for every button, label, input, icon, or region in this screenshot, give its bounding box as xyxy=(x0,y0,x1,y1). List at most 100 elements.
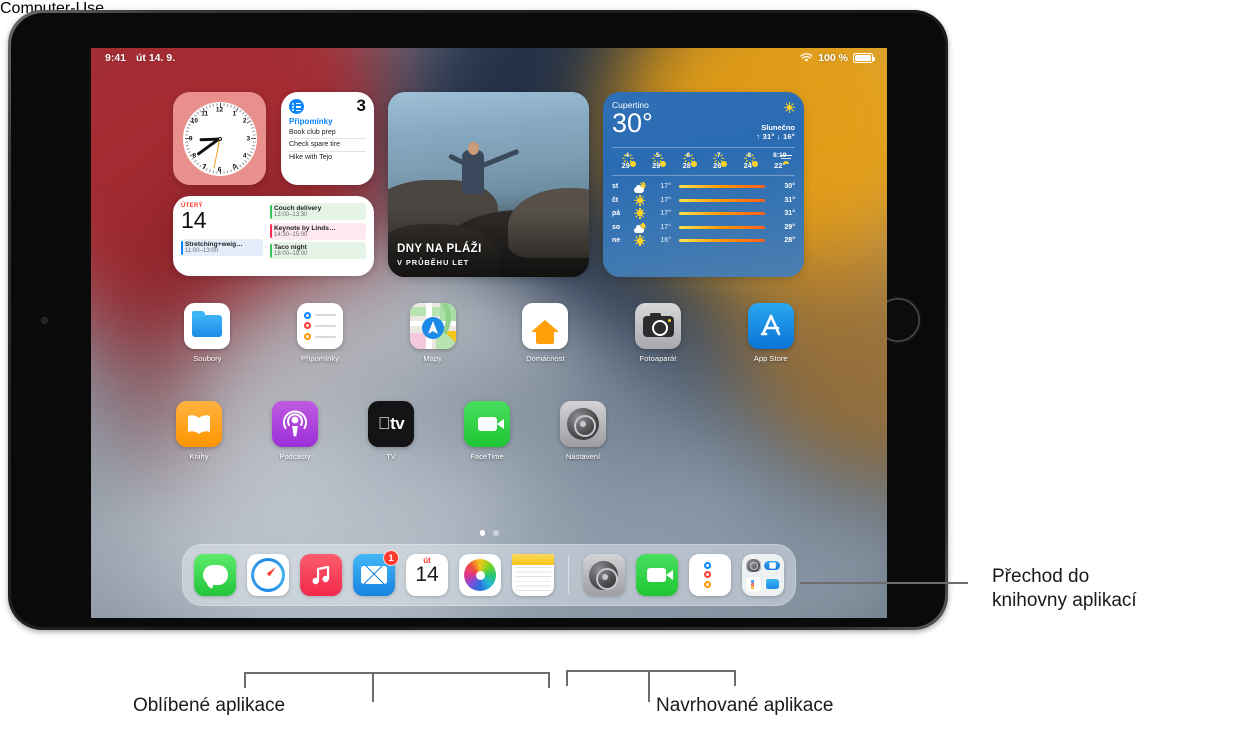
mini-safari-icon xyxy=(764,561,780,571)
facetime-icon xyxy=(464,401,510,447)
app-icon-nastaveni[interactable]: Nastavení xyxy=(535,401,631,461)
app-label: Připomínky xyxy=(301,354,339,363)
callout-app-library-line1: Přechod do xyxy=(992,566,1090,587)
page-dot-2[interactable] xyxy=(493,530,499,536)
photos-widget[interactable]: DNY NA PLÁŽI V PRŮBĚHU LET xyxy=(388,92,589,277)
reminders-widget[interactable]: 3 Připomínky Book club prep Check spare … xyxy=(281,92,374,185)
calendar-event-time: 13:00–13:30 xyxy=(274,212,308,218)
calendar-widget[interactable]: ÚTERÝ 14 Stretching+weig… 11:00–13:00 Co… xyxy=(173,196,374,276)
app-icon-domacnost[interactable]: Domácnost xyxy=(489,303,602,363)
dock-item-facetime[interactable] xyxy=(635,554,678,596)
ipad-screen[interactable]: 9:41 út 14. 9. 100 % 12 1 2 3 4 5 6 7 8 … xyxy=(91,48,887,618)
reminders-item[interactable]: Hike with Tejo xyxy=(289,152,366,164)
cloud-sun-icon xyxy=(633,182,647,193)
weather-temperature: 30° xyxy=(612,108,653,138)
dock-item-photos[interactable] xyxy=(459,554,502,596)
calendar-event-title: Couch delivery xyxy=(274,205,322,212)
weather-day-low: 17° xyxy=(660,183,671,191)
battery-icon xyxy=(853,53,875,63)
app-row-2: Knihy Podcasty tv TV FaceTime Nastavení xyxy=(91,401,887,461)
weather-day-label: pá xyxy=(612,209,621,217)
reminders-icon xyxy=(688,554,731,596)
files-icon xyxy=(184,303,231,349)
calendar-event[interactable]: Couch delivery 13:00–13:30 xyxy=(270,203,366,220)
weather-temp-bar xyxy=(679,239,765,243)
callout-suggested: Navrhované aplikace xyxy=(656,695,834,716)
dock-item-messages[interactable] xyxy=(194,554,237,596)
app-icon-podcasty[interactable]: Podcasty xyxy=(247,401,343,461)
dock-item-calendar[interactable]: út 14 xyxy=(406,554,449,596)
battery-percent: 100 % xyxy=(818,52,848,64)
calendar-event-title: Stretching+weig… xyxy=(185,241,243,249)
page-dot-1[interactable] xyxy=(479,530,485,536)
callout-favorites: Oblíbené aplikace xyxy=(133,695,286,716)
reminders-item[interactable]: Book club prep xyxy=(289,126,366,139)
app-label: App Store xyxy=(753,354,788,363)
app-icon-fotoaparat[interactable]: Fotoaparát xyxy=(602,303,715,363)
messages-icon xyxy=(194,554,237,596)
callout-bracket-favorites-right xyxy=(548,672,550,688)
app-icon-tv[interactable]: tv TV xyxy=(343,401,439,461)
app-icon-facetime[interactable]: FaceTime xyxy=(439,401,535,461)
calendar-event[interactable]: Keynote by Linds… 14:30–15:00 xyxy=(270,222,366,240)
sun-icon xyxy=(784,102,796,113)
dock-item-app-library[interactable] xyxy=(741,554,784,596)
weather-daily: st 17° 30° čt 17° 31° pá 17° 31° so 17° … xyxy=(612,179,795,247)
app-grid: Soubory Připomínky Mapy Domácnost Fotoap… xyxy=(91,303,887,461)
cloud-sun-icon xyxy=(633,222,647,234)
reminders-item[interactable]: Check spare tire xyxy=(289,139,366,152)
calendar-event[interactable]: Taco night 18:00–19:00 xyxy=(270,242,366,259)
mini-files-icon xyxy=(764,579,780,590)
status-time: 9:41 xyxy=(105,52,127,64)
weather-day-row: st 17° 30° xyxy=(612,179,795,194)
calendar-day-number: 14 xyxy=(181,207,207,233)
callout-bracket-suggested-top xyxy=(566,670,736,672)
dock: 1 út 14 xyxy=(182,544,796,606)
dock-item-settings[interactable] xyxy=(582,554,625,596)
app-row-1: Soubory Připomínky Mapy Domácnost Fotoap… xyxy=(91,303,887,363)
reminders-count: 3 xyxy=(356,96,366,115)
dock-calendar-day-number: 14 xyxy=(415,563,439,586)
photos-widget-subtitle: V PRŮBĚHU LET xyxy=(397,258,470,267)
front-camera-icon xyxy=(41,317,48,324)
app-label: TV xyxy=(386,452,396,461)
calendar-event-time: 11:00–13:00 xyxy=(185,248,218,255)
app-label: Soubory xyxy=(193,354,222,363)
clock-face: 12 1 2 3 4 5 6 7 8 9 10 11 xyxy=(182,101,257,176)
weather-day-label: ne xyxy=(612,237,621,245)
dock-item-music[interactable] xyxy=(300,554,343,596)
reminders-widget-title: Připomínky xyxy=(289,117,333,126)
dock-item-reminders[interactable] xyxy=(688,554,731,596)
dock-item-notes[interactable] xyxy=(512,554,555,596)
dock-item-safari[interactable] xyxy=(247,554,290,596)
sun-icon xyxy=(634,207,646,219)
weather-widget[interactable]: Cupertino 30° Slunečno ↑ 31° ↓ 16° 4 xyxy=(603,92,804,277)
callout-app-library-line2: knihovny aplikací xyxy=(992,589,1137,611)
app-icon-soubory[interactable]: Soubory xyxy=(151,303,264,363)
weather-day-high: 31° xyxy=(784,197,795,205)
app-icon-app-store[interactable]: App Store xyxy=(714,303,827,363)
clock-widget[interactable]: 12 1 2 3 4 5 6 7 8 9 10 11 xyxy=(173,92,266,185)
app-icon-mapy[interactable]: Mapy xyxy=(376,303,489,363)
mini-reminders-icon xyxy=(745,576,762,592)
dock-item-mail[interactable]: 1 xyxy=(353,550,400,596)
weather-hour-temp: 22° xyxy=(774,160,786,170)
dock-divider xyxy=(568,556,569,594)
app-icon-knihy[interactable]: Knihy xyxy=(151,401,247,461)
weather-condition: Slunečno xyxy=(761,123,795,132)
page-dots[interactable] xyxy=(91,530,887,536)
weather-day-row: ne 16° 28° xyxy=(612,235,795,248)
weather-day-row: čt 17° 31° xyxy=(612,194,795,207)
photos-widget-title: DNY NA PLÁŽI xyxy=(397,243,482,255)
app-icon-pripominky[interactable]: Připomínky xyxy=(264,303,377,363)
app-library-icon xyxy=(741,554,784,596)
widgets-area: 12 1 2 3 4 5 6 7 8 9 10 11 3 Připomínky … xyxy=(91,74,887,294)
app-store-icon xyxy=(747,303,794,349)
callout-bracket-favorites-top xyxy=(244,672,550,674)
callout-bracket-suggested-left xyxy=(566,670,568,686)
calendar-event[interactable]: Stretching+weig… 11:00–13:00 xyxy=(181,239,263,257)
ipad-bezel: 9:41 út 14. 9. 100 % 12 1 2 3 4 5 6 7 8 … xyxy=(11,13,945,627)
calendar-event-title: Keynote by Linds… xyxy=(274,224,336,232)
weather-temp-bar xyxy=(679,185,765,189)
ipad-device: 9:41 út 14. 9. 100 % 12 1 2 3 4 5 6 7 8 … xyxy=(8,10,948,630)
